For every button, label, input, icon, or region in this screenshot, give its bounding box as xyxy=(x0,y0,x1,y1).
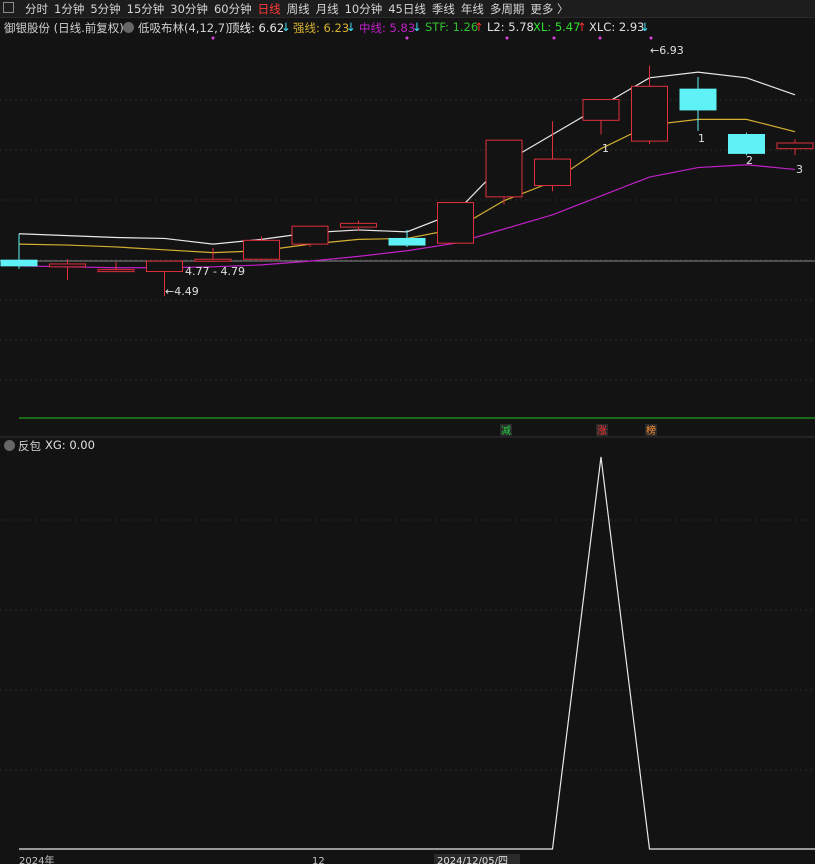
candle-body xyxy=(437,202,474,244)
signal-dot xyxy=(598,36,602,40)
candle-body xyxy=(291,225,329,245)
candle-body xyxy=(631,85,668,142)
candle-body xyxy=(485,139,523,198)
count-label: 2 xyxy=(746,154,753,167)
candle-body xyxy=(194,258,232,262)
candle-body xyxy=(243,239,280,260)
marker-label: 榜 xyxy=(646,424,656,437)
sub-indicator-title: 反包 xyxy=(18,439,41,453)
candle-body xyxy=(97,269,135,273)
candle-body xyxy=(340,222,377,228)
candle-body xyxy=(388,237,426,246)
axis-label-year: 2024年 xyxy=(19,854,54,864)
low-price-label: ←4.49 xyxy=(165,285,199,298)
candlestick-chart[interactable]: 4.77 - 4.79←4.49←6.931123减涨榜2024年 12 2024/… xyxy=(0,0,815,864)
candle-body xyxy=(0,259,38,267)
candle-body xyxy=(776,142,814,150)
mid-line xyxy=(18,164,796,269)
signal-dot xyxy=(552,36,556,40)
marker-label: 减 xyxy=(501,425,511,437)
signal-dot xyxy=(649,36,653,40)
count-label: 1 xyxy=(602,142,609,155)
candle-body xyxy=(534,158,571,187)
top-line xyxy=(18,71,796,245)
candle-body xyxy=(728,134,765,154)
high-price-label: ←6.93 xyxy=(650,44,684,57)
count-label: 1 xyxy=(698,132,705,145)
xg-value: XG: 0.00 xyxy=(45,438,95,452)
sub-indicator-settings-icon[interactable] xyxy=(4,440,15,451)
price-range-label: 4.77 - 4.79 xyxy=(185,265,245,278)
signal-dot xyxy=(505,36,509,40)
signal-dot xyxy=(211,36,215,40)
axis-label-date: 2024/12/05/四 xyxy=(437,856,508,864)
count-label: 3 xyxy=(796,163,803,176)
axis-label-month: 12 xyxy=(312,856,325,864)
marker-label: 涨 xyxy=(597,425,607,437)
candle-body xyxy=(679,88,717,111)
candle-body xyxy=(49,263,86,268)
candle-body xyxy=(582,99,620,121)
xg-line xyxy=(19,456,815,850)
signal-dot xyxy=(405,36,409,40)
candle-body xyxy=(146,260,183,273)
